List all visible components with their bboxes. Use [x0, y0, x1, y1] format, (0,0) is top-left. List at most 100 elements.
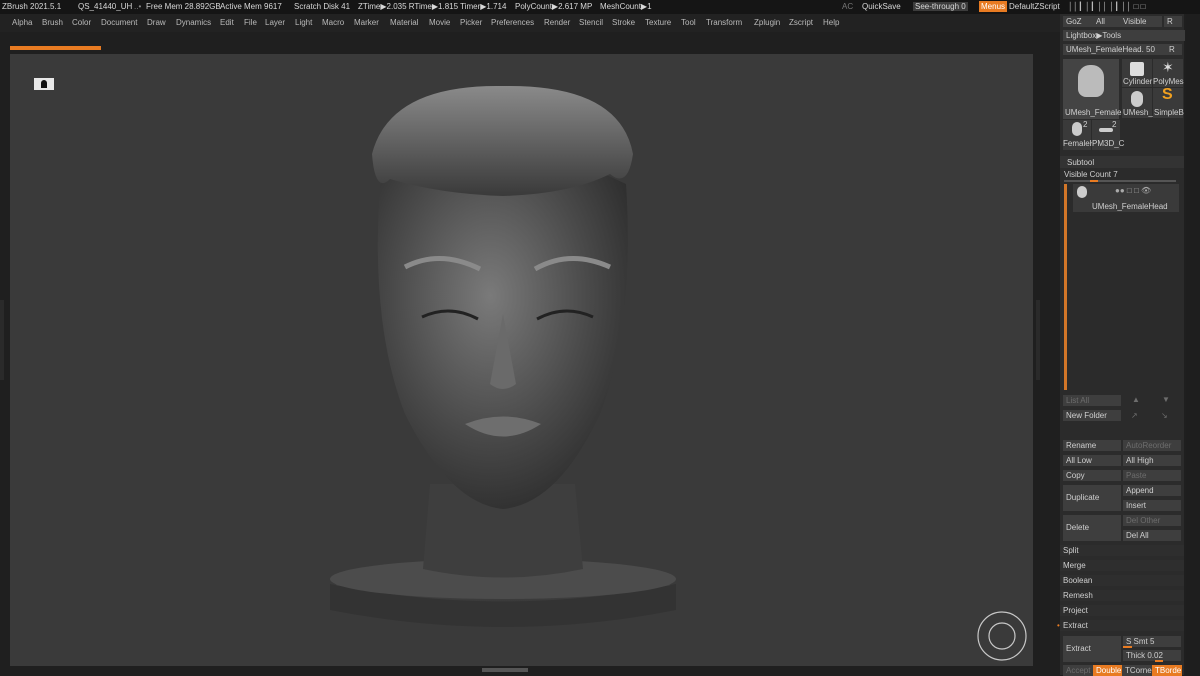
quicksave-button[interactable]: QuickSave [862, 2, 901, 11]
tool-thumb-cylinder-label: Cylinder [1123, 77, 1153, 86]
del-other-button[interactable]: Del Other [1123, 515, 1181, 526]
canvas-viewport[interactable] [10, 54, 1033, 666]
accept-button[interactable]: Accept [1063, 665, 1097, 676]
document-name: QS_41440_UH [78, 2, 133, 11]
tool-thumb-simpleb[interactable]: S SimpleB [1153, 86, 1184, 118]
menu-item-zplugin[interactable]: Zplugin [754, 18, 780, 27]
menu-item-document[interactable]: Document [101, 18, 137, 27]
see-through-label: See-through [915, 2, 960, 11]
project-section[interactable]: Project [1060, 605, 1184, 616]
goz-button[interactable]: GoZ [1063, 16, 1095, 27]
tcorner-toggle[interactable]: TCorne [1122, 665, 1154, 676]
tool-thumb-main-label: UMesh_FemaleH [1065, 108, 1128, 117]
more-dots-icon: ..• [134, 2, 142, 11]
tool-thumb-cylinder[interactable]: Cylinder [1122, 59, 1152, 87]
tool-thumb-pm3d[interactable]: 2 PM3D_C [1092, 120, 1124, 150]
menus-button[interactable]: Menus [979, 1, 1008, 12]
r-button[interactable]: R [1164, 16, 1182, 27]
menu-item-marker[interactable]: Marker [354, 18, 379, 27]
layout-icons[interactable]: ││┃ │┃ ││ │┃ ││ □ □ [1068, 2, 1145, 11]
title-bar: ZBrush 2021.5.1 QS_41440_UH ..• Free Mem… [0, 0, 1200, 14]
menu-item-light[interactable]: Light [295, 18, 312, 27]
insert-button[interactable]: Insert [1123, 500, 1181, 511]
right-tray-handle[interactable] [1036, 300, 1040, 380]
lightbox-tools-button[interactable]: Lightbox▶Tools [1063, 30, 1185, 41]
merge-section[interactable]: Merge [1060, 560, 1184, 571]
autoreorder-button[interactable]: AutoReorder [1123, 440, 1181, 451]
boolean-section[interactable]: Boolean [1060, 575, 1184, 586]
menu-item-file[interactable]: File [244, 18, 257, 27]
thick-slider[interactable]: Thick 0.02 [1123, 650, 1181, 661]
menu-item-transform[interactable]: Transform [706, 18, 742, 27]
subtool-header[interactable]: Subtool [1060, 156, 1184, 168]
rename-button[interactable]: Rename [1063, 440, 1121, 451]
extract-button[interactable]: Extract [1063, 636, 1121, 662]
menu-item-material[interactable]: Material [390, 18, 418, 27]
menu-item-tool[interactable]: Tool [681, 18, 696, 27]
tborder-toggle[interactable]: TBorde [1152, 665, 1182, 676]
subtool-toggle-icons[interactable]: ●● □ □ 👁 [1115, 186, 1151, 195]
tool-thumb-polymesh[interactable]: ✶ PolyMes [1153, 59, 1184, 87]
all-high-button[interactable]: All High [1123, 455, 1181, 466]
polycount: PolyCount▶2.617 MP [515, 2, 593, 11]
menu-item-movie[interactable]: Movie [429, 18, 450, 27]
menu-item-brush[interactable]: Brush [42, 18, 63, 27]
tool-thumb-pm3d-label: PM3D_C [1092, 139, 1125, 148]
progress-strip [10, 46, 101, 50]
extract-section[interactable]: Extract [1060, 620, 1184, 631]
paste-button[interactable]: Paste [1123, 470, 1181, 481]
menu-item-help[interactable]: Help [823, 18, 839, 27]
default-zscript[interactable]: DefaultZScript [1009, 2, 1060, 11]
split-section[interactable]: Split [1060, 545, 1184, 556]
remesh-section[interactable]: Remesh [1060, 590, 1184, 601]
visible-count-slider-knob[interactable] [1090, 180, 1098, 182]
tool-thumb-femaleh-label: FemaleH [1063, 139, 1096, 148]
menu-item-alpha[interactable]: Alpha [12, 18, 32, 27]
head-model[interactable] [10, 54, 1033, 666]
menu-item-preferences[interactable]: Preferences [491, 18, 534, 27]
del-all-button[interactable]: Del All [1123, 530, 1181, 541]
visible-count-slider[interactable] [1064, 180, 1176, 182]
tool-panel: GoZ All Visible R Lightbox▶Tools UMesh_F… [1057, 14, 1185, 676]
menu-item-zscript[interactable]: Zscript [789, 18, 813, 27]
menu-item-stencil[interactable]: Stencil [579, 18, 603, 27]
ac-label[interactable]: AC [842, 2, 853, 11]
menu-item-texture[interactable]: Texture [645, 18, 671, 27]
tool-thumb-simpleb-label: SimpleB [1154, 108, 1184, 117]
subtool-item[interactable]: ●● □ □ 👁 UMesh_FemaleHead [1073, 184, 1179, 212]
current-tool-slider[interactable]: UMesh_FemaleHead. 50 [1063, 44, 1167, 55]
tool-thumb-umesh[interactable]: UMesh_ [1122, 88, 1153, 118]
double-toggle[interactable]: Double [1093, 665, 1123, 676]
arrow-up-icon[interactable]: ▲ [1132, 395, 1140, 404]
list-all-button[interactable]: List All [1063, 395, 1121, 406]
copy-button[interactable]: Copy [1063, 470, 1121, 481]
see-through-slider[interactable]: See-through 0 [913, 2, 968, 11]
menu-item-render[interactable]: Render [544, 18, 570, 27]
all-low-button[interactable]: All Low [1063, 455, 1121, 466]
menu-item-picker[interactable]: Picker [460, 18, 482, 27]
menu-item-color[interactable]: Color [72, 18, 91, 27]
delete-button[interactable]: Delete [1063, 515, 1121, 541]
append-button[interactable]: Append [1123, 485, 1181, 496]
arrow-down-icon[interactable]: ▼ [1162, 395, 1170, 404]
move-up-icon[interactable]: ↗ [1131, 411, 1138, 420]
new-folder-button[interactable]: New Folder [1063, 410, 1121, 421]
visible-button[interactable]: Visible [1120, 16, 1162, 27]
scratch-disk: Scratch Disk 41 [294, 2, 351, 11]
all-button[interactable]: All [1093, 16, 1121, 27]
thick-fill [1155, 660, 1163, 662]
bottom-tray-handle[interactable] [482, 668, 528, 672]
menu-item-dynamics[interactable]: Dynamics [176, 18, 211, 27]
duplicate-button[interactable]: Duplicate [1063, 485, 1121, 511]
subtool-scrollbar[interactable] [1064, 184, 1067, 390]
move-down-icon[interactable]: ↘ [1161, 411, 1168, 420]
r2-button[interactable]: R [1166, 44, 1182, 55]
menu-item-stroke[interactable]: Stroke [612, 18, 635, 27]
left-tray-handle[interactable] [0, 300, 4, 380]
menu-item-macro[interactable]: Macro [322, 18, 344, 27]
menu-item-layer[interactable]: Layer [265, 18, 285, 27]
menu-item-draw[interactable]: Draw [147, 18, 166, 27]
tool-thumb-femaleh[interactable]: 2 FemaleH [1063, 120, 1095, 150]
tool-thumb-main[interactable]: UMesh_FemaleH [1063, 59, 1127, 119]
menu-item-edit[interactable]: Edit [220, 18, 234, 27]
